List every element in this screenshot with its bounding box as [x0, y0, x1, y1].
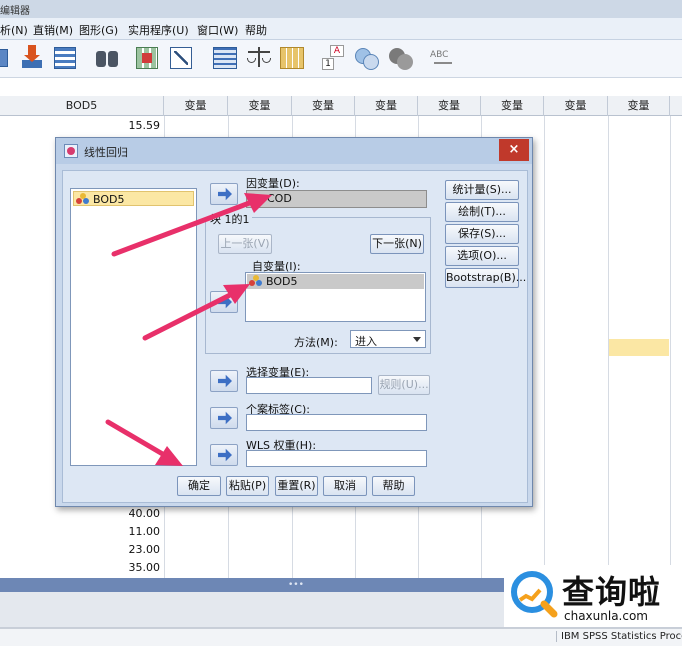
- highlighted-cell[interactable]: [609, 339, 669, 356]
- column-header-var[interactable]: 变量: [228, 96, 292, 116]
- reset-button[interactable]: 重置(R): [275, 476, 318, 496]
- status-bar: IBM SPSS Statistics Proces: [0, 628, 682, 646]
- menu-utilities[interactable]: 实用程序(U): [128, 22, 189, 38]
- dialog-titlebar[interactable]: 线性回归 ×: [56, 138, 532, 164]
- move-to-dependent-button[interactable]: [210, 183, 238, 205]
- independent-value: BOD5: [266, 275, 298, 288]
- arrow-right-icon: [218, 295, 232, 309]
- grid-cell[interactable]: 11.00: [0, 523, 164, 541]
- use-sets-icon[interactable]: A 1: [320, 45, 346, 71]
- dialog-title: 线性回归: [84, 146, 128, 159]
- menu-window[interactable]: 窗口(W): [197, 22, 238, 38]
- grid-cell[interactable]: 23.00: [0, 541, 164, 559]
- previous-block-button[interactable]: 上一张(V): [218, 234, 272, 254]
- watermark-brand: 查询啦: [562, 573, 662, 611]
- independent-item[interactable]: BOD5: [247, 274, 424, 289]
- chevron-down-icon: [413, 337, 421, 342]
- regression-icon: [64, 144, 78, 158]
- arrow-right-icon: [218, 374, 232, 388]
- toolbar: A 1 ABC: [0, 40, 682, 78]
- scale-variable-icon: [76, 193, 89, 205]
- value-labels-icon[interactable]: [279, 45, 305, 71]
- dependent-value: COD: [267, 192, 292, 205]
- dependent-label: 因变量(D):: [246, 177, 300, 190]
- move-to-independent-button[interactable]: [210, 291, 238, 313]
- grid-cell[interactable]: 40.00: [0, 505, 164, 523]
- cancel-button[interactable]: 取消: [323, 476, 367, 496]
- window-title: 编辑器: [0, 6, 30, 17]
- column-header-var[interactable]: 变量: [481, 96, 544, 116]
- linear-regression-dialog: 线性回归 × BOD5 因变量(D): COD 块 1的1 上一张(V) 下一张…: [55, 137, 533, 507]
- status-text: IBM SPSS Statistics Proces: [556, 631, 682, 642]
- binoculars-icon[interactable]: [94, 45, 120, 71]
- watermark-url: chaxunla.com: [564, 609, 648, 623]
- menubar: 析(N) 直销(M) 图形(G) 实用程序(U) 窗口(W) 帮助: [0, 18, 682, 40]
- menu-help[interactable]: 帮助: [245, 22, 267, 38]
- close-button[interactable]: ×: [499, 139, 529, 161]
- show-all-variables-icon[interactable]: [354, 45, 380, 71]
- selection-variable-field[interactable]: [246, 377, 372, 394]
- statistics-button[interactable]: 统计量(S)...: [445, 180, 519, 200]
- block-label: 块 1的1: [208, 211, 252, 227]
- circles-icon[interactable]: [388, 45, 414, 71]
- column-header-var[interactable]: 变量: [608, 96, 670, 116]
- source-variable-list[interactable]: BOD5: [70, 188, 197, 466]
- grid-cell[interactable]: 35.00: [0, 559, 164, 577]
- ok-button[interactable]: 确定: [177, 476, 221, 496]
- column-header-var[interactable]: 变量: [292, 96, 355, 116]
- paste-button[interactable]: 粘贴(P): [226, 476, 269, 496]
- source-variable-item[interactable]: BOD5: [73, 191, 194, 206]
- menu-analyze[interactable]: 析(N): [0, 22, 28, 38]
- options-button[interactable]: 选项(O)...: [445, 246, 519, 266]
- grid-cell[interactable]: 15.59: [0, 117, 164, 135]
- arrow-right-icon: [218, 411, 232, 425]
- window-titlebar: 编辑器: [0, 0, 682, 18]
- next-block-button[interactable]: 下一张(N): [370, 234, 424, 254]
- grid-header: BOD5 变量 变量 变量 变量 变量 变量 变量 变量: [0, 96, 682, 116]
- insert-cases-icon[interactable]: [134, 45, 160, 71]
- weight-cases-icon[interactable]: [246, 45, 272, 71]
- import-data-icon[interactable]: [18, 45, 44, 71]
- method-label: 方法(M):: [294, 336, 338, 349]
- arrow-right-icon: [218, 448, 232, 462]
- menu-graphs[interactable]: 图形(G): [79, 22, 118, 38]
- move-to-selection-button[interactable]: [210, 370, 238, 392]
- table-icon[interactable]: [0, 45, 18, 71]
- wls-weight-field[interactable]: [246, 450, 427, 467]
- split-file-icon[interactable]: [168, 45, 194, 71]
- dependent-field[interactable]: COD: [246, 190, 427, 208]
- column-header-var[interactable]: 变量: [544, 96, 608, 116]
- save-button[interactable]: 保存(S)...: [445, 224, 519, 244]
- column-header-var[interactable]: 变量: [164, 96, 228, 116]
- case-labels-field[interactable]: [246, 414, 427, 431]
- dialog-body: BOD5 因变量(D): COD 块 1的1 上一张(V) 下一张(N) 自变量…: [62, 170, 528, 503]
- scale-variable-icon: [249, 275, 262, 287]
- scroll-grip-icon[interactable]: •••: [288, 580, 304, 590]
- plots-button[interactable]: 绘制(T)...: [445, 202, 519, 222]
- variables-icon[interactable]: [52, 45, 78, 71]
- select-cases-icon[interactable]: [212, 45, 238, 71]
- source-variable-label: BOD5: [93, 193, 125, 206]
- block-group: 块 1的1 上一张(V) 下一张(N) 自变量(I): BOD5 方法(M): …: [205, 211, 431, 354]
- grid-line: [670, 116, 671, 578]
- column-header-bod5[interactable]: BOD5: [0, 96, 164, 116]
- arrow-right-icon: [218, 187, 232, 201]
- independent-list[interactable]: BOD5: [245, 272, 426, 322]
- method-value: 进入: [355, 335, 377, 348]
- move-to-case-labels-button[interactable]: [210, 407, 238, 429]
- help-button[interactable]: 帮助: [372, 476, 415, 496]
- spell-check-icon[interactable]: ABC: [430, 45, 456, 71]
- column-header-var[interactable]: 变量: [355, 96, 418, 116]
- column-header-var[interactable]: 变量: [418, 96, 481, 116]
- watermark: 查询啦 chaxunla.com: [504, 565, 682, 627]
- rule-button[interactable]: 规则(U)...: [378, 375, 430, 395]
- watermark-logo-icon: [511, 571, 558, 618]
- move-to-wls-weight-button[interactable]: [210, 444, 238, 466]
- grid-line: [544, 116, 545, 578]
- menu-direct-marketing[interactable]: 直销(M): [33, 22, 73, 38]
- bootstrap-button[interactable]: Bootstrap(B)...: [445, 268, 526, 288]
- method-select[interactable]: 进入: [350, 330, 426, 348]
